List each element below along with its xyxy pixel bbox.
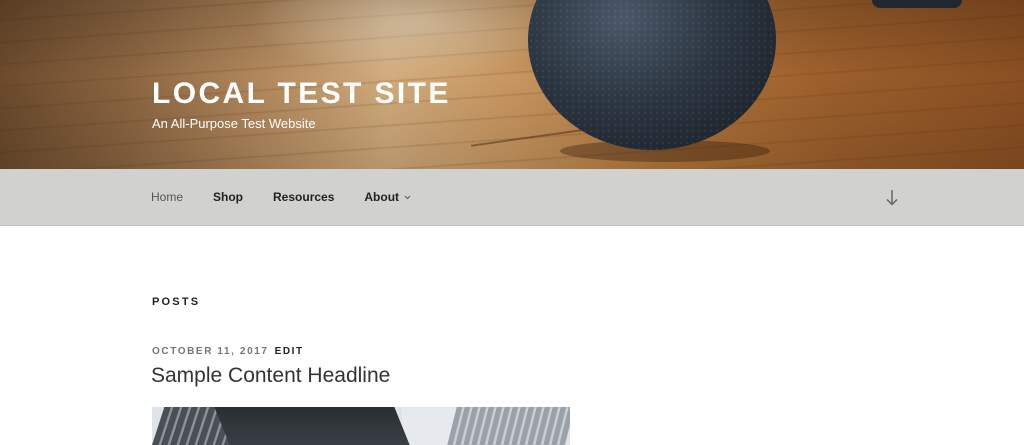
main-navigation: Home Shop Resources About	[0, 169, 1024, 226]
edit-link[interactable]: EDIT	[275, 346, 304, 357]
chevron-down-icon	[404, 195, 411, 199]
primary-menu: Home Shop Resources About	[151, 169, 441, 225]
nav-item-label: Home	[151, 190, 184, 204]
page-title: POSTS	[152, 296, 201, 308]
site-header: LOCAL TEST SITE An All-Purpose Test Webs…	[0, 0, 1024, 169]
nav-item-about[interactable]: About	[364, 190, 411, 204]
site-title-link[interactable]: LOCAL TEST SITE	[152, 76, 451, 112]
header-image-object	[872, 0, 962, 8]
nav-item-resources[interactable]: Resources	[273, 190, 334, 204]
post-date-link[interactable]: OCTOBER 11, 2017	[152, 346, 269, 357]
entry-meta: OCTOBER 11, 2017 EDIT	[152, 346, 304, 357]
site-description: An All-Purpose Test Website	[152, 116, 316, 131]
nav-item-label: Shop	[213, 190, 244, 204]
post-title-link[interactable]: Sample Content Headline	[151, 362, 390, 390]
nav-item-label: Resources	[273, 190, 335, 204]
post-featured-image[interactable]	[152, 407, 570, 445]
nav-item-label: About	[364, 190, 400, 204]
nav-item-shop[interactable]: Shop	[213, 190, 243, 204]
arrow-down-icon[interactable]	[882, 187, 902, 209]
nav-item-home[interactable]: Home	[151, 190, 183, 204]
image-building-right	[447, 407, 570, 445]
site-branding: LOCAL TEST SITE An All-Purpose Test Webs…	[152, 76, 451, 133]
image-building-center	[214, 407, 410, 445]
